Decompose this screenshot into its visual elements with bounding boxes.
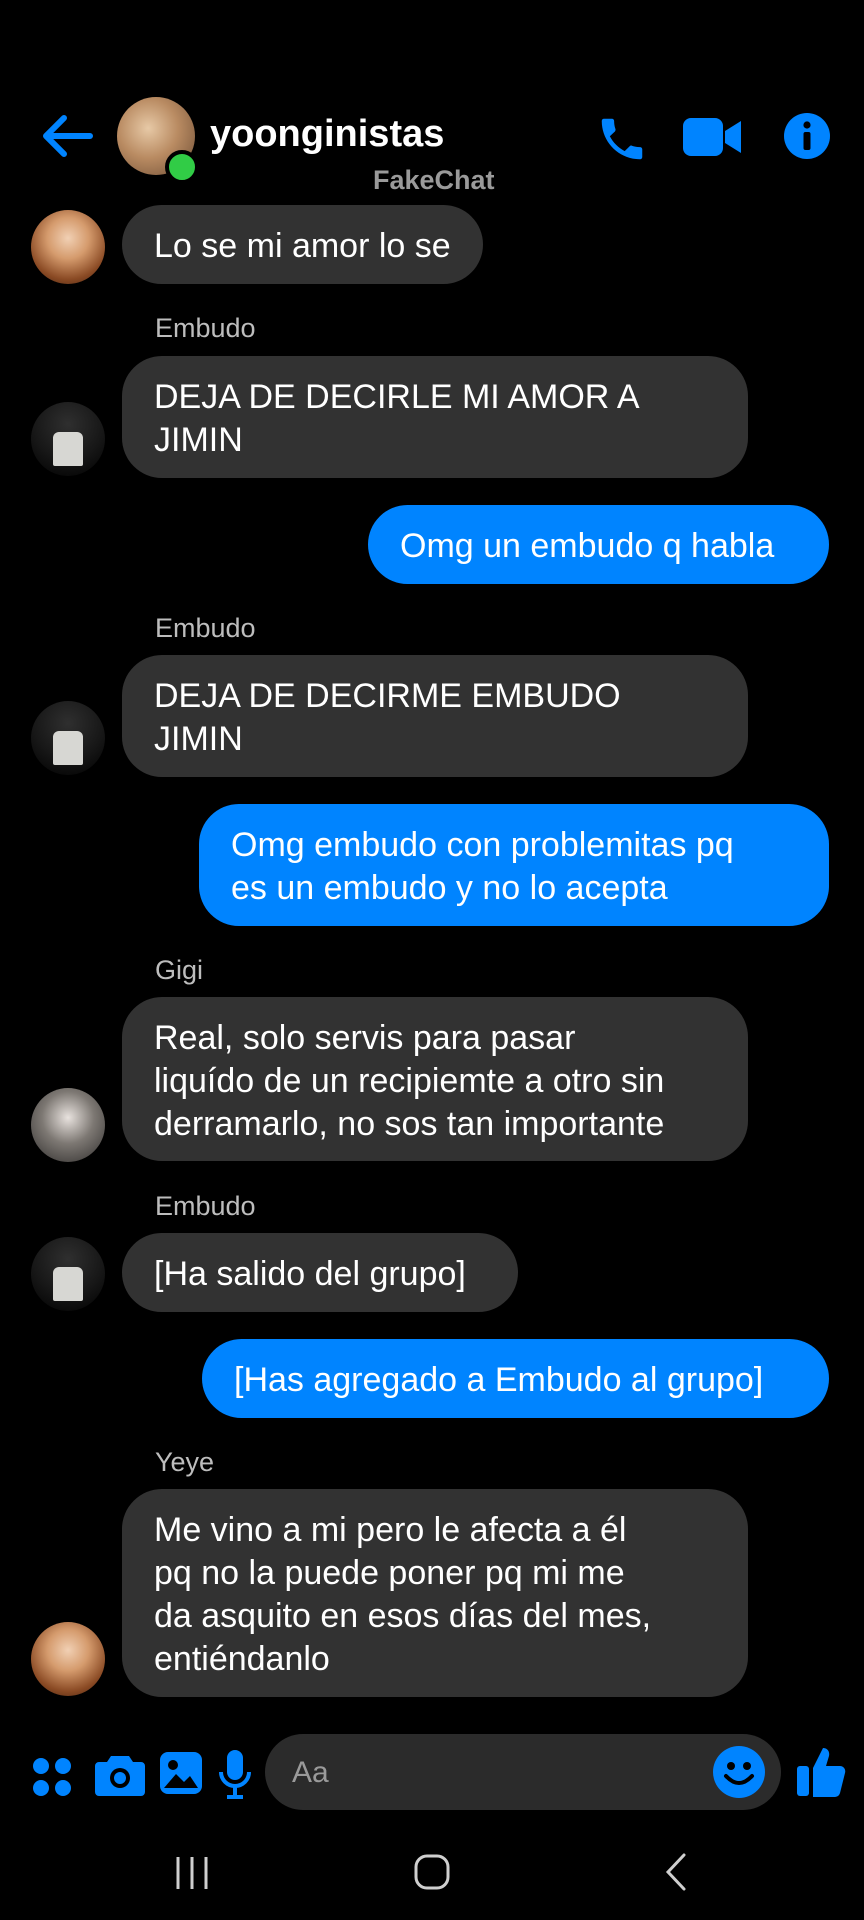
message-bubble-incoming: DEJA DE DECIRME EMBUDO JIMIN — [122, 655, 748, 777]
message-input[interactable] — [265, 1734, 781, 1810]
home-nav-icon[interactable] — [413, 1852, 451, 1892]
sender-name: Yeye — [155, 1447, 215, 1477]
recents-nav-icon[interactable] — [172, 1855, 212, 1891]
gallery-icon[interactable] — [158, 1750, 204, 1796]
sender-name: Gigi — [155, 955, 204, 985]
emoji-icon[interactable] — [712, 1745, 766, 1799]
sender-name: Embudo — [155, 1191, 256, 1221]
message-bubble-incoming: Real, solo servis para pasar liquído de … — [122, 997, 748, 1161]
message-bubble-incoming: DEJA DE DECIRLE MI AMOR A JIMIN — [122, 356, 748, 478]
avatar[interactable] — [31, 1088, 105, 1162]
message-bubble-incoming: Me vino a mi pero le afecta a él pq no l… — [122, 1489, 748, 1697]
message-bubble-outgoing: Omg embudo con problemitas pq es un embu… — [199, 804, 829, 926]
fakechat-watermark: FakeChat — [373, 165, 495, 195]
thumbs-up-icon[interactable] — [795, 1744, 847, 1798]
phone-call-icon[interactable] — [595, 112, 649, 166]
message-bubble-outgoing: [Has agregado a Embudo al grupo] — [202, 1339, 829, 1418]
chat-title[interactable]: yoonginistas — [210, 113, 444, 156]
camera-icon[interactable] — [95, 1752, 145, 1796]
sender-name: Embudo — [155, 613, 256, 643]
online-status-indicator — [165, 150, 199, 184]
avatar[interactable] — [31, 1237, 105, 1311]
message-bubble-incoming: Lo se mi amor lo se — [122, 205, 483, 284]
message-input-placeholder: Aa — [292, 1756, 329, 1789]
avatar[interactable] — [31, 701, 105, 775]
back-nav-icon[interactable] — [660, 1852, 690, 1892]
back-arrow-icon[interactable] — [38, 112, 94, 160]
avatar[interactable] — [31, 402, 105, 476]
info-icon[interactable] — [784, 113, 830, 159]
sender-name: Embudo — [155, 313, 256, 343]
avatar[interactable] — [31, 210, 105, 284]
video-call-icon[interactable] — [683, 115, 741, 159]
message-bubble-incoming: [Ha salido del grupo] — [122, 1233, 518, 1312]
microphone-icon[interactable] — [218, 1748, 252, 1800]
avatar[interactable] — [31, 1622, 105, 1696]
message-bubble-outgoing: Omg un embudo q habla — [368, 505, 829, 584]
apps-menu-icon[interactable] — [30, 1755, 74, 1799]
